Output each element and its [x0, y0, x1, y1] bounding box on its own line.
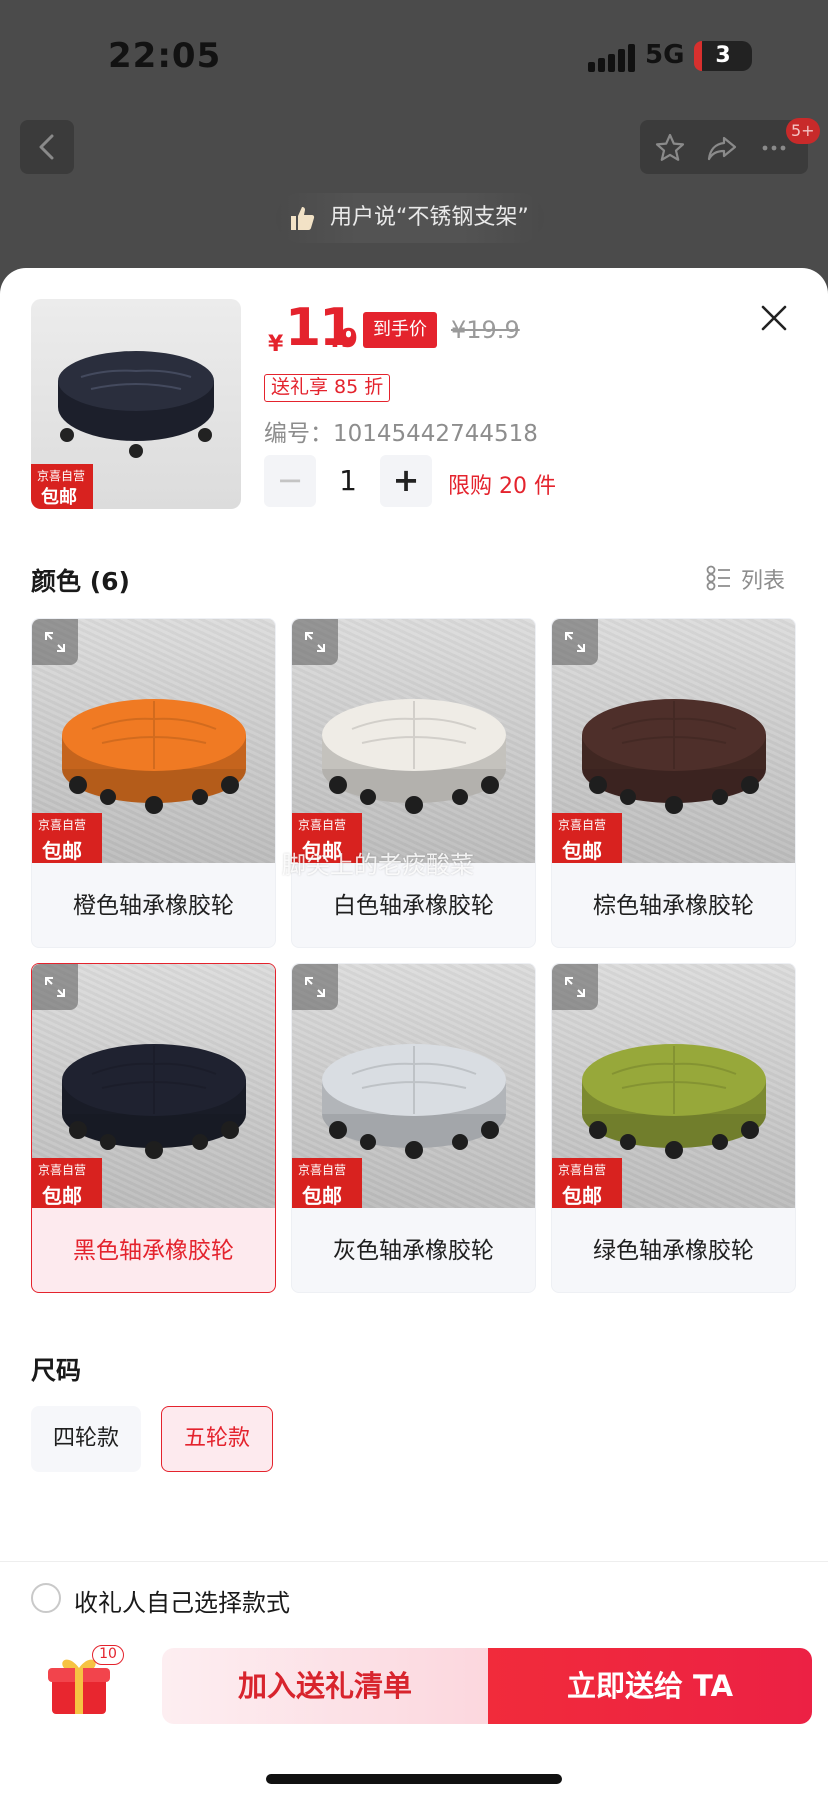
home-indicator	[266, 1774, 562, 1784]
quantity-value[interactable]: 1	[316, 455, 380, 507]
variant-label: 橙色轴承橡胶轮	[73, 893, 234, 919]
badge-seller: 京喜自营	[37, 469, 86, 483]
status-time: 22:05	[108, 36, 222, 76]
color-variant-card[interactable]: 京喜自营 包邮 白色轴承橡胶轮	[291, 618, 536, 948]
list-view-label: 列表	[741, 569, 786, 594]
final-price-tag: 到手价	[363, 312, 437, 348]
expand-image-button[interactable]	[292, 964, 338, 1010]
gift-list-count: 10	[92, 1645, 124, 1665]
color-section-title: 颜色 (6)	[31, 567, 130, 596]
battery-level: 3	[715, 43, 731, 68]
chevron-left-icon	[39, 134, 54, 160]
expand-image-button[interactable]	[552, 619, 598, 665]
expand-icon	[305, 977, 325, 997]
variant-label: 棕色轴承橡胶轮	[593, 893, 754, 919]
sku-selector-sheet: 京喜自营 包邮 ¥ 11 .9 到手价 ¥19.9 送礼享 85 折 编号：10…	[0, 268, 828, 1795]
badge-seller: 京喜自营	[38, 818, 87, 832]
divider	[0, 1561, 828, 1562]
nav-actions	[640, 120, 808, 174]
send-gift-now-button[interactable]: 立即送给 TA	[488, 1648, 812, 1724]
badge-seller: 京喜自营	[298, 818, 347, 832]
status-bar: 22:05 5G 3	[0, 0, 828, 110]
expand-icon	[565, 977, 585, 997]
expand-icon	[565, 632, 585, 652]
product-thumbnail[interactable]: 京喜自营 包邮	[31, 299, 241, 509]
variant-label: 灰色轴承橡胶轮	[333, 1238, 494, 1264]
expand-image-button[interactable]	[32, 619, 78, 665]
back-button[interactable]	[20, 120, 74, 174]
user-review-text: 用户说“不锈钢支架”	[330, 205, 529, 230]
purchase-limit: 限购 20 件	[448, 474, 556, 499]
expand-image-button[interactable]	[292, 619, 338, 665]
thumbs-up-icon	[291, 207, 315, 230]
quantity-decrease-button[interactable]: −	[264, 455, 316, 507]
star-icon[interactable]	[654, 132, 686, 164]
badge-seller: 京喜自营	[558, 818, 607, 832]
color-variant-card[interactable]: 京喜自营包邮黑色轴承橡胶轮	[31, 963, 276, 1293]
variant-label: 黑色轴承橡胶轮	[73, 1238, 234, 1264]
color-variant-card[interactable]: 京喜自营包邮棕色轴承橡胶轮	[551, 618, 796, 948]
color-variant-card[interactable]: 京喜自营包邮橙色轴承橡胶轮	[31, 618, 276, 948]
network-type: 5G	[645, 40, 685, 70]
badge-free-shipping: 包邮	[41, 487, 77, 508]
size-option-five-wheel[interactable]: 五轮款	[161, 1406, 274, 1472]
shipping-badge: 京喜自营 包邮	[32, 1158, 102, 1208]
variant-label: 绿色轴承橡胶轮	[593, 1238, 754, 1264]
shipping-badge: 京喜自营 包邮	[552, 1158, 622, 1208]
cellular-signal-icon	[588, 44, 638, 72]
expand-icon	[45, 632, 65, 652]
list-icon	[706, 565, 730, 591]
badge-seller: 京喜自营	[38, 1163, 87, 1177]
watermark-text: 脚尖上的老痰酸菜	[282, 851, 474, 879]
size-section-title: 尺码	[31, 1356, 82, 1385]
shipping-badge: 京喜自营 包邮	[31, 464, 93, 509]
battery-icon: 3	[694, 41, 752, 71]
quantity-increase-button[interactable]: +	[380, 455, 432, 507]
badge-seller: 京喜自营	[298, 1163, 347, 1177]
expand-image-button[interactable]	[32, 964, 78, 1010]
shipping-badge: 京喜自营 包邮	[292, 1158, 362, 1208]
more-icon[interactable]	[758, 132, 790, 164]
recipient-choice-label[interactable]: 收礼人自己选择款式	[74, 1583, 290, 1618]
cart-count-badge: 5+	[786, 118, 820, 144]
gift-discount-tag: 送礼享 85 折	[264, 374, 391, 402]
color-variant-card[interactable]: 京喜自营包邮灰色轴承橡胶轮	[291, 963, 536, 1293]
price-currency: ¥	[268, 332, 284, 357]
close-icon[interactable]	[758, 302, 790, 334]
add-to-gift-list-button[interactable]: 加入送礼清单	[162, 1648, 488, 1724]
badge-free-shipping: 包邮	[42, 1184, 82, 1208]
original-price: ¥19.9	[451, 316, 520, 344]
expand-icon	[305, 632, 325, 652]
badge-free-shipping: 包邮	[562, 839, 602, 863]
badge-free-shipping: 包邮	[42, 839, 82, 863]
price-decimal: .9	[330, 324, 358, 354]
expand-icon	[45, 977, 65, 997]
recipient-choice-radio[interactable]	[31, 1583, 61, 1613]
color-variant-card[interactable]: 京喜自营包邮绿色轴承橡胶轮	[551, 963, 796, 1293]
shipping-badge: 京喜自营 包邮	[552, 813, 622, 863]
shipping-badge: 京喜自营 包邮	[32, 813, 102, 863]
share-icon[interactable]	[706, 132, 738, 164]
expand-image-button[interactable]	[552, 964, 598, 1010]
sku-number: 编号：10145442744518	[264, 421, 538, 447]
badge-seller: 京喜自营	[558, 1163, 607, 1177]
size-option-four-wheel[interactable]: 四轮款	[31, 1406, 142, 1472]
badge-free-shipping: 包邮	[562, 1184, 602, 1208]
badge-free-shipping: 包邮	[302, 1184, 342, 1208]
user-review-pill[interactable]: 用户说“不锈钢支架”	[276, 193, 544, 243]
